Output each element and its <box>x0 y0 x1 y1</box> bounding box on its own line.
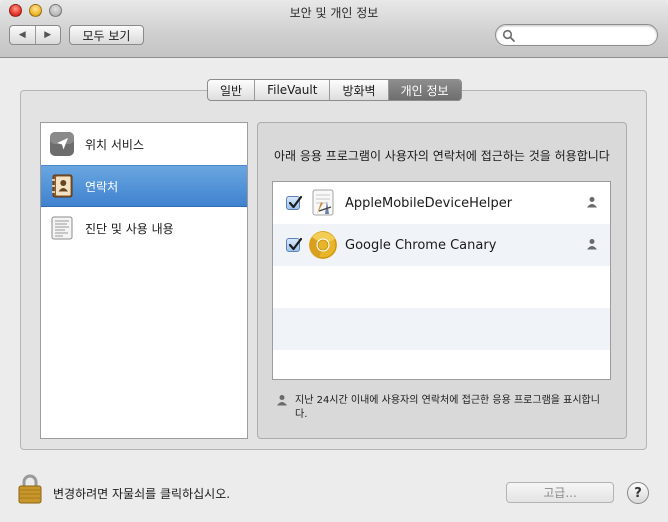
app-checkbox[interactable] <box>286 195 303 210</box>
tab-filevault[interactable]: FileVault <box>255 80 331 100</box>
app-helper-icon <box>312 189 334 216</box>
back-forward-control: ◀ ▶ <box>9 25 61 45</box>
user-icon <box>587 239 597 250</box>
search-icon <box>502 29 515 42</box>
window-title: 보안 및 개인 정보 <box>289 6 379 20</box>
show-all-button[interactable]: 모두 보기 <box>69 25 144 45</box>
user-icon <box>277 395 287 406</box>
advanced-button[interactable]: 고급... <box>506 482 614 503</box>
sidebar-item-contacts[interactable]: 연락처 <box>41 165 247 207</box>
chrome-canary-icon <box>309 231 337 259</box>
search-field[interactable] <box>495 24 658 46</box>
table-row-empty <box>273 308 610 350</box>
table-row: AppleMobileDeviceHelper <box>273 182 610 224</box>
title-toolbar: 보안 및 개인 정보 ◀ ▶ 모두 보기 <box>0 0 668 58</box>
user-icon <box>587 197 597 208</box>
diagnostics-report-icon <box>51 216 73 240</box>
sidebar-item-diagnostics[interactable]: 진단 및 사용 내용 <box>41 207 247 249</box>
tab-general[interactable]: 일반 <box>208 80 256 100</box>
sidebar-item-label: 위치 서비스 <box>85 137 145 152</box>
contacts-book-icon <box>52 174 73 198</box>
sidebar-item-label: 진단 및 사용 내용 <box>85 221 174 236</box>
checkmark-icon <box>288 195 303 209</box>
help-button[interactable]: ? <box>627 482 649 504</box>
preferences-window: 보안 및 개인 정보 ◀ ▶ 모두 보기 일반 FileVault 방화벽 개인… <box>0 0 668 522</box>
tab-bar: 일반 FileVault 방화벽 개인 정보 <box>207 79 462 101</box>
app-name: AppleMobileDeviceHelper <box>345 196 513 211</box>
sidebar-item-location[interactable]: 위치 서비스 <box>41 123 247 165</box>
checkmark-icon <box>288 237 303 251</box>
sidebar-item-label: 연락처 <box>85 179 119 194</box>
lock-icon[interactable] <box>18 474 42 504</box>
panel-heading: 아래 응용 프로그램이 사용자의 연락처에 접근하는 것을 허용합니다 <box>274 149 610 163</box>
forward-button[interactable]: ▶ <box>36 26 61 44</box>
privacy-category-list: 위치 서비스 연락처 진단 및 사용 내용 <box>40 122 248 439</box>
tab-privacy[interactable]: 개인 정보 <box>388 80 461 100</box>
recent-access-note: 지난 24시간 이내에 사용자의 연락처에 접근한 응용 프로그램을 표시합니다… <box>295 395 600 420</box>
location-arrow-icon <box>50 132 74 156</box>
search-input[interactable] <box>518 27 652 43</box>
back-button[interactable]: ◀ <box>10 26 36 44</box>
table-row: Google Chrome Canary <box>273 224 610 266</box>
app-checkbox[interactable] <box>286 237 303 252</box>
tab-firewall[interactable]: 방화벽 <box>330 80 389 100</box>
app-permission-list: AppleMobileDeviceHelper Google Chrome Ca… <box>272 181 611 380</box>
lock-hint-text[interactable]: 변경하려면 자물쇠를 클릭하십시오. <box>53 485 230 502</box>
table-row-empty <box>273 266 610 308</box>
app-name: Google Chrome Canary <box>345 238 497 253</box>
